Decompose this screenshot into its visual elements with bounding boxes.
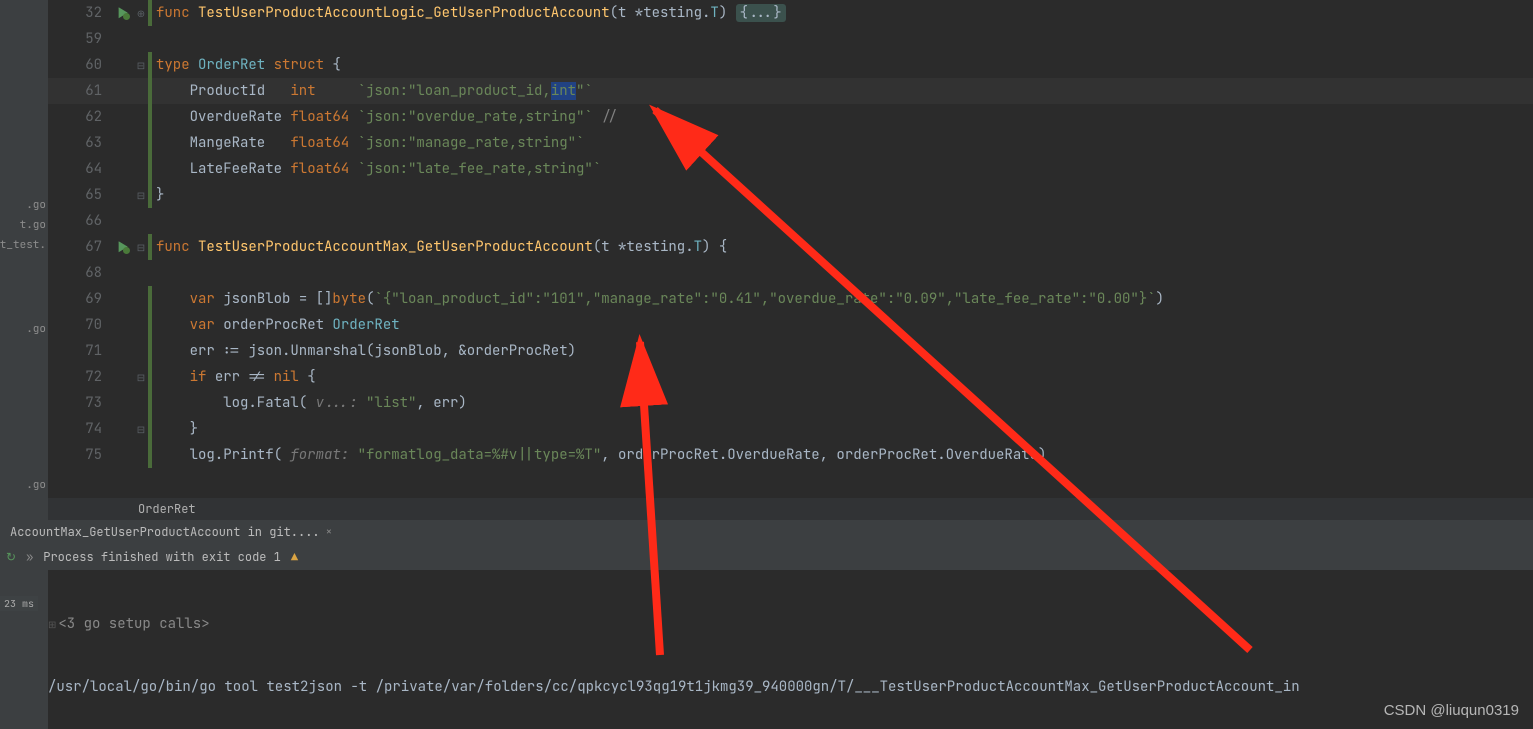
code-content[interactable]: log.Fatal( v...: "list", err) (152, 394, 467, 412)
line-number: 67 (48, 238, 112, 256)
code-line[interactable]: 73 log.Fatal( v...: "list", err) (48, 390, 1533, 416)
code-line[interactable]: 59 (48, 26, 1533, 52)
code-editor[interactable]: 32 ⊕ func TestUserProductAccountLogic_GetU… (48, 0, 1533, 498)
run-status-text: Process finished with exit code 1 (43, 549, 281, 565)
line-number: 60 (48, 56, 112, 74)
code-content[interactable]: err := json.Unmarshal(jsonBlob, &orderPr… (152, 342, 576, 360)
code-content[interactable]: } (152, 186, 164, 204)
code-line[interactable]: 62 OverdueRate float64 `json:"overdue_ra… (48, 104, 1533, 130)
tab-label: AccountMax_GetUserProductAccount in git.… (10, 524, 320, 540)
code-line[interactable]: 32 ⊕ func TestUserProductAccountLogic_GetU… (48, 0, 1533, 26)
code-line[interactable]: 75 log.Printf( format: "formatlog_data=%… (48, 442, 1533, 468)
run-config-tab-row: AccountMax_GetUserProductAccount in git.… (0, 520, 1533, 544)
watermark: CSDN @liuqun0319 (1384, 702, 1519, 719)
line-number: 68 (48, 264, 112, 282)
code-line[interactable]: 69 var jsonBlob = []byte(`{"loan_product… (48, 286, 1533, 312)
line-number: 71 (48, 342, 112, 360)
code-content[interactable]: func TestUserProductAccountMax_GetUserPr… (152, 238, 727, 256)
warning-icon: ▲ (291, 549, 298, 565)
code-line[interactable]: 66 (48, 208, 1533, 234)
close-icon[interactable]: × (326, 525, 333, 539)
code-line[interactable]: 65 ⊟} (48, 182, 1533, 208)
code-line[interactable]: 63 MangeRate float64 `json:"manage_rate,… (48, 130, 1533, 156)
test-duration-badge: 23 ms (0, 596, 38, 611)
run-test-icon[interactable] (112, 240, 134, 254)
code-content[interactable]: MangeRate float64 `json:"manage_rate,str… (152, 134, 584, 152)
code-line[interactable]: 61 ProductId int `json:"loan_product_id,… (48, 78, 1533, 104)
code-content[interactable]: type OrderRet struct { (152, 56, 341, 74)
code-content[interactable]: var orderProcRet OrderRet (152, 316, 400, 334)
run-toolbar: ↻ » Process finished with exit code 1 ▲ (0, 544, 1533, 570)
file-tab-stub[interactable]: .go (26, 478, 46, 492)
line-number: 70 (48, 316, 112, 334)
console-line: ⊞<3 go setup calls> (48, 614, 1533, 635)
rerun-icon[interactable]: ↻ (6, 549, 16, 565)
code-line[interactable]: 68 (48, 260, 1533, 286)
console-line: /usr/local/go/bin/go tool test2json -t /… (48, 677, 1533, 698)
console-output[interactable]: ⊞<3 go setup calls> /usr/local/go/bin/go… (48, 572, 1533, 729)
code-line[interactable]: 60 ⊟ type OrderRet struct { (48, 52, 1533, 78)
fold-icon[interactable]: ⊟ (134, 189, 148, 202)
line-number: 75 (48, 446, 112, 464)
project-file-gutter: .go t.go t_test. .go .go (0, 0, 48, 729)
breadcrumb[interactable]: OrderRet (48, 498, 1533, 520)
line-number: 72 (48, 368, 112, 386)
line-number: 63 (48, 134, 112, 152)
code-line[interactable]: 64 LateFeeRate float64 `json:"late_fee_r… (48, 156, 1533, 182)
code-content[interactable]: } (152, 420, 198, 438)
code-line[interactable]: 70 var orderProcRet OrderRet (48, 312, 1533, 338)
fold-icon[interactable]: ⊟ (134, 59, 148, 72)
line-number: 62 (48, 108, 112, 126)
code-content[interactable]: var jsonBlob = []byte(`{"loan_product_id… (152, 290, 1164, 308)
line-number: 59 (48, 30, 112, 48)
code-line[interactable]: 74 ⊟ } (48, 416, 1533, 442)
code-content[interactable]: if err != nil { (152, 368, 316, 386)
fold-icon[interactable]: ⊞ (48, 618, 56, 631)
chevron-right-icon: » (26, 549, 33, 565)
breadcrumb-item[interactable]: OrderRet (138, 501, 196, 517)
line-number: 64 (48, 160, 112, 178)
code-content[interactable]: ProductId int `json:"loan_product_id,int… (152, 82, 593, 100)
vcs-change-marker (148, 26, 152, 52)
vcs-change-marker (148, 260, 152, 286)
code-content[interactable]: log.Printf( format: "formatlog_data=%#v|… (152, 446, 1046, 464)
fold-icon[interactable]: ⊟ (134, 371, 148, 384)
fold-icon[interactable]: ⊟ (134, 423, 148, 436)
code-line[interactable]: 67 ⊟ func TestUserProductAccountMax_GetUse… (48, 234, 1533, 260)
line-number: 69 (48, 290, 112, 308)
line-number: 66 (48, 212, 112, 230)
file-tab-stub[interactable]: .go (26, 198, 46, 212)
vcs-change-marker (148, 208, 152, 234)
line-number: 61 (48, 82, 112, 100)
code-line[interactable]: 71 err := json.Unmarshal(jsonBlob, &orde… (48, 338, 1533, 364)
file-tab-stub[interactable]: .go (26, 322, 46, 336)
code-content[interactable]: LateFeeRate float64 `json:"late_fee_rate… (152, 160, 601, 178)
file-tab-stub[interactable]: t.go (20, 218, 46, 232)
fold-icon[interactable]: ⊟ (134, 241, 148, 254)
line-number: 74 (48, 420, 112, 438)
file-tab-stub[interactable]: t_test. (0, 238, 46, 252)
line-number: 32 (48, 4, 112, 22)
line-number: 73 (48, 394, 112, 412)
code-line[interactable]: 72 ⊟ if err != nil { (48, 364, 1533, 390)
run-config-tab[interactable]: AccountMax_GetUserProductAccount in git.… (0, 520, 342, 544)
code-content[interactable]: OverdueRate float64 `json:"overdue_rate,… (152, 108, 618, 126)
code-content[interactable]: func TestUserProductAccountLogic_GetUser… (152, 4, 786, 22)
fold-icon[interactable]: ⊕ (134, 7, 148, 20)
run-test-icon[interactable] (112, 6, 134, 20)
line-number: 65 (48, 186, 112, 204)
